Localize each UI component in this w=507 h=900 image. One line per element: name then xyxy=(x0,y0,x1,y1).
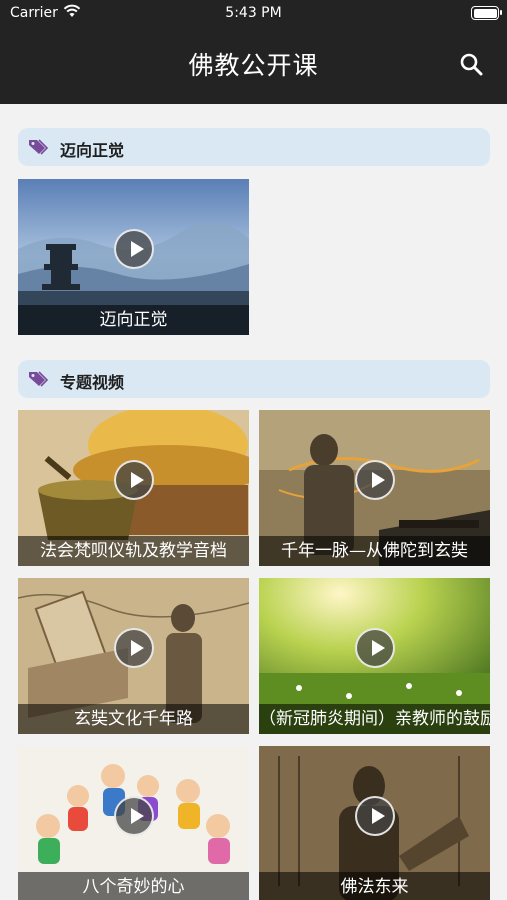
tag-icon xyxy=(29,371,48,387)
status-bar: Carrier 5:43 PM xyxy=(0,0,507,28)
video-caption: 千年一脉—从佛陀到玄奘 xyxy=(259,536,490,566)
video-card[interactable]: 法会梵呗仪轨及教学音档 xyxy=(18,410,249,566)
play-icon xyxy=(355,628,395,668)
video-card[interactable]: 千年一脉—从佛陀到玄奘 xyxy=(259,410,490,566)
video-caption: 法会梵呗仪轨及教学音档 xyxy=(18,536,249,566)
battery-icon xyxy=(471,6,502,20)
video-card[interactable]: 玄奘文化千年路 xyxy=(18,578,249,734)
video-card[interactable]: 佛法东来 xyxy=(259,746,490,900)
video-card[interactable]: 八个奇妙的心 xyxy=(18,746,249,900)
section-header-zhengjue: 迈向正觉 xyxy=(18,128,490,166)
play-icon xyxy=(114,628,154,668)
video-caption: 玄奘文化千年路 xyxy=(18,704,249,734)
video-caption: 佛法东来 xyxy=(259,872,490,900)
play-icon xyxy=(114,796,154,836)
navigation-bar: Carrier 5:43 PM 佛教公开课 xyxy=(0,0,507,104)
play-icon xyxy=(355,460,395,500)
tag-icon xyxy=(29,139,48,155)
status-time: 5:43 PM xyxy=(225,5,282,21)
video-caption: 迈向正觉 xyxy=(18,305,249,335)
section-title: 专题视频 xyxy=(60,373,125,392)
video-caption: 八个奇妙的心 xyxy=(18,872,249,900)
play-icon xyxy=(355,796,395,836)
page-title: 佛教公开课 xyxy=(188,51,319,80)
video-card[interactable]: （新冠肺炎期间）亲教师的鼓励 xyxy=(259,578,490,734)
video-caption: （新冠肺炎期间）亲教师的鼓励 xyxy=(259,704,490,734)
play-icon xyxy=(114,229,154,269)
search-icon[interactable] xyxy=(459,52,483,76)
play-icon xyxy=(114,460,154,500)
video-card[interactable]: 迈向正觉 xyxy=(18,179,249,335)
section-header-topics: 专题视频 xyxy=(18,360,490,398)
section-title: 迈向正觉 xyxy=(60,141,125,160)
